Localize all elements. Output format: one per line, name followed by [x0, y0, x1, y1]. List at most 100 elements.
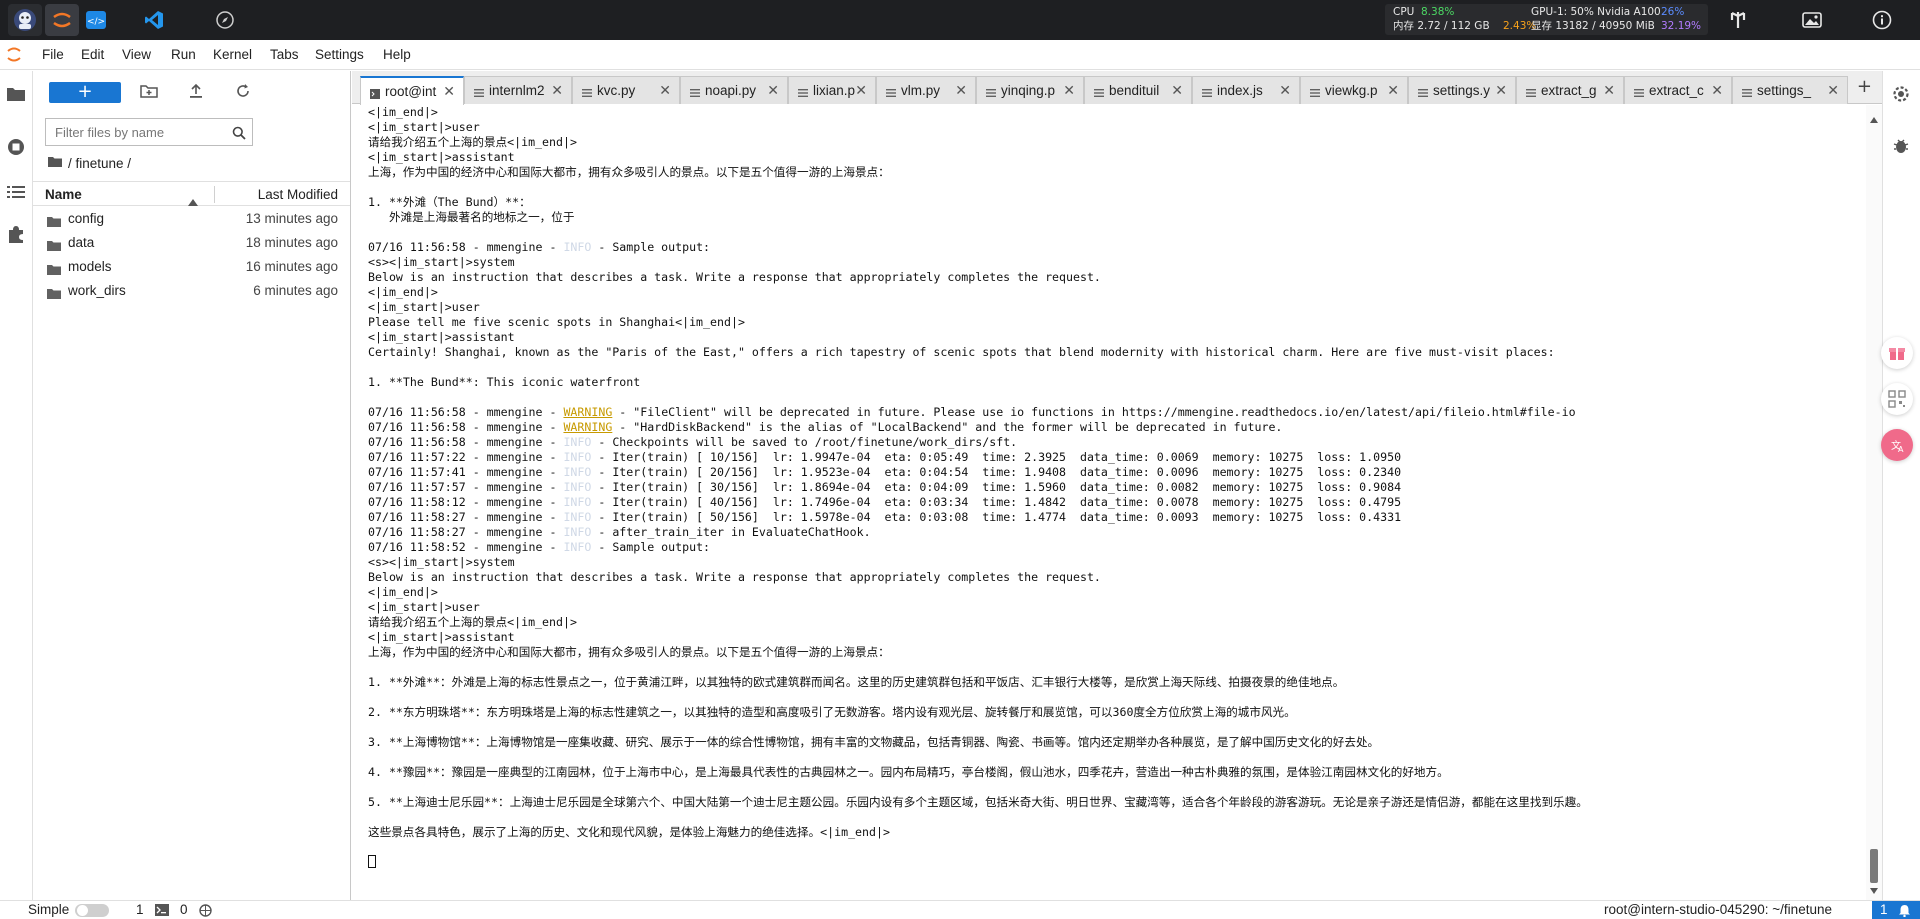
- terminal-line: <|im_start|>user: [368, 120, 480, 134]
- image-icon[interactable]: [1800, 8, 1824, 32]
- menu-edit[interactable]: Edit: [81, 47, 104, 62]
- terminal-line: Below is an instruction that describes a…: [368, 270, 1101, 284]
- extension-icon[interactable]: [6, 224, 26, 244]
- close-icon[interactable]: ✕: [659, 82, 671, 99]
- scroll-down-icon[interactable]: [1870, 879, 1878, 898]
- qrcode-icon[interactable]: [1881, 383, 1913, 415]
- tab-label: internlm2: [489, 83, 545, 98]
- tab-file[interactable]: bendituil ✕: [1084, 76, 1192, 104]
- info-icon[interactable]: [1870, 8, 1894, 32]
- log-message: - Iter(train) [ 30/156] lr: 1.8694e-04 e…: [591, 480, 1402, 494]
- menu-tabs[interactable]: Tabs: [270, 47, 299, 62]
- tab-file[interactable]: internlm2 ✕: [464, 76, 572, 104]
- jupyter-icon[interactable]: [45, 4, 79, 36]
- close-icon[interactable]: ✕: [1063, 82, 1075, 99]
- vscode-icon[interactable]: [137, 4, 171, 36]
- close-icon[interactable]: ✕: [855, 82, 867, 99]
- scrollbar-thumb[interactable]: [1870, 849, 1878, 883]
- text-file-icon: [582, 86, 592, 97]
- tab-file[interactable]: settings.y ✕: [1408, 76, 1516, 104]
- simple-mode-toggle[interactable]: [75, 904, 109, 917]
- tab-file[interactable]: noapi.py ✕: [680, 76, 788, 104]
- kernel-count[interactable]: 1: [136, 902, 144, 917]
- terminal-line: 请给我介绍五个上海的景点<|im_end|>: [368, 615, 577, 629]
- close-icon[interactable]: ✕: [767, 82, 779, 99]
- log-prefix: 07/16 11:56:58 - mmengine -: [368, 420, 564, 434]
- file-row-models[interactable]: models 16 minutes ago: [33, 256, 350, 280]
- close-icon[interactable]: ✕: [1171, 82, 1183, 99]
- tab-label: lixian.py: [813, 83, 855, 98]
- tab-file[interactable]: viewkg.p ✕: [1300, 76, 1408, 104]
- property-inspector-icon[interactable]: [1892, 85, 1912, 105]
- close-icon[interactable]: ✕: [1603, 82, 1615, 99]
- gpu-value: 26%: [1661, 6, 1685, 18]
- translate-icon[interactable]: 文A: [1881, 429, 1913, 461]
- menu-file[interactable]: File: [42, 47, 64, 62]
- compass-icon[interactable]: [208, 4, 242, 36]
- column-last-modified[interactable]: Last Modified: [258, 187, 338, 202]
- menu-settings[interactable]: Settings: [315, 47, 364, 62]
- menu-view[interactable]: View: [122, 47, 151, 62]
- breadcrumb-path[interactable]: / finetune /: [68, 156, 131, 171]
- breadcrumb-folder-icon[interactable]: [48, 156, 62, 171]
- close-icon[interactable]: ✕: [955, 82, 967, 99]
- kernel-status-icon[interactable]: [199, 904, 212, 919]
- new-launcher-button[interactable]: +: [49, 82, 121, 103]
- refresh-icon[interactable]: [235, 83, 255, 103]
- tab-file[interactable]: kvc.py ✕: [572, 76, 680, 104]
- close-icon[interactable]: ✕: [443, 83, 455, 100]
- column-name[interactable]: Name: [45, 187, 82, 202]
- code-tag-icon[interactable]: </>: [79, 4, 113, 36]
- notification-button[interactable]: 1: [1872, 901, 1920, 919]
- tab-file[interactable]: settings_ ✕: [1732, 76, 1848, 104]
- tab-file[interactable]: yinqing.p ✕: [976, 76, 1084, 104]
- file-row-data[interactable]: data 18 minutes ago: [33, 232, 350, 256]
- tab-bar: root@int ✕ internlm2 ✕ kvc.py ✕ noapi.py ✕ lixia…: [352, 71, 1882, 105]
- table-of-contents-icon[interactable]: [6, 183, 26, 203]
- menu-run[interactable]: Run: [171, 47, 196, 62]
- tab-terminal[interactable]: root@int ✕: [360, 76, 464, 105]
- menu-help[interactable]: Help: [383, 47, 411, 62]
- fork-icon[interactable]: [1726, 8, 1750, 32]
- terminal-count[interactable]: 0: [180, 902, 188, 917]
- home-avatar-icon[interactable]: [8, 4, 42, 36]
- terminal-scrollbar[interactable]: [1866, 105, 1882, 901]
- add-tab-button[interactable]: +: [1857, 76, 1872, 97]
- log-message: - Iter(train) [ 20/156] lr: 1.9523e-04 e…: [591, 465, 1402, 479]
- scroll-up-icon[interactable]: [1870, 108, 1878, 127]
- upload-icon[interactable]: [188, 83, 208, 103]
- close-icon[interactable]: ✕: [1711, 82, 1723, 99]
- folder-icon: [47, 261, 61, 280]
- log-level: INFO: [563, 510, 592, 524]
- folder-icon[interactable]: [6, 85, 26, 105]
- close-icon[interactable]: ✕: [1827, 82, 1839, 99]
- running-icon[interactable]: [6, 137, 26, 157]
- tab-file[interactable]: vlm.py ✕: [876, 76, 976, 104]
- file-row-work-dirs[interactable]: work_dirs 6 minutes ago: [33, 280, 350, 304]
- terminal-line: 07/16 11:56:58 - mmengine - WARNING - "F…: [368, 405, 1858, 420]
- file-name: models: [68, 259, 112, 274]
- close-icon[interactable]: ✕: [1495, 82, 1507, 99]
- log-message: - Sample output:: [591, 540, 711, 554]
- new-folder-icon[interactable]: [140, 83, 160, 103]
- gift-icon[interactable]: [1881, 337, 1913, 369]
- tab-file[interactable]: index.js ✕: [1192, 76, 1300, 104]
- file-row-config[interactable]: config 13 minutes ago: [33, 208, 350, 232]
- menu-kernel[interactable]: Kernel: [213, 47, 252, 62]
- tab-file[interactable]: extract_c ✕: [1624, 76, 1732, 104]
- tab-file[interactable]: lixian.py✕: [788, 76, 876, 104]
- log-level: INFO: [563, 540, 592, 554]
- terminal-path: root@intern-studio-045290: ~/finetune: [1604, 902, 1832, 917]
- terminal[interactable]: <|im_end|> <|im_start|>user 请给我介绍五个上海的景点<|…: [352, 105, 1882, 901]
- terminal-line: 上海，作为中国的经济中心和国际大都市，拥有众多吸引人的景点。以下是五个值得一游的…: [368, 165, 890, 179]
- tab-file[interactable]: extract_g ✕: [1516, 76, 1624, 104]
- top-bar: </> CPU 8.38% 内存 2.72 / 112 GB 2.43% GPU…: [0, 0, 1920, 40]
- folder-icon: [47, 237, 61, 256]
- close-icon[interactable]: ✕: [551, 82, 563, 99]
- close-icon[interactable]: ✕: [1387, 82, 1399, 99]
- file-filter-input[interactable]: [46, 119, 216, 145]
- column-divider: [214, 186, 215, 203]
- debugger-icon[interactable]: [1892, 137, 1912, 157]
- close-icon[interactable]: ✕: [1279, 82, 1291, 99]
- terminal-line: 请给我介绍五个上海的景点<|im_end|>: [368, 135, 577, 149]
